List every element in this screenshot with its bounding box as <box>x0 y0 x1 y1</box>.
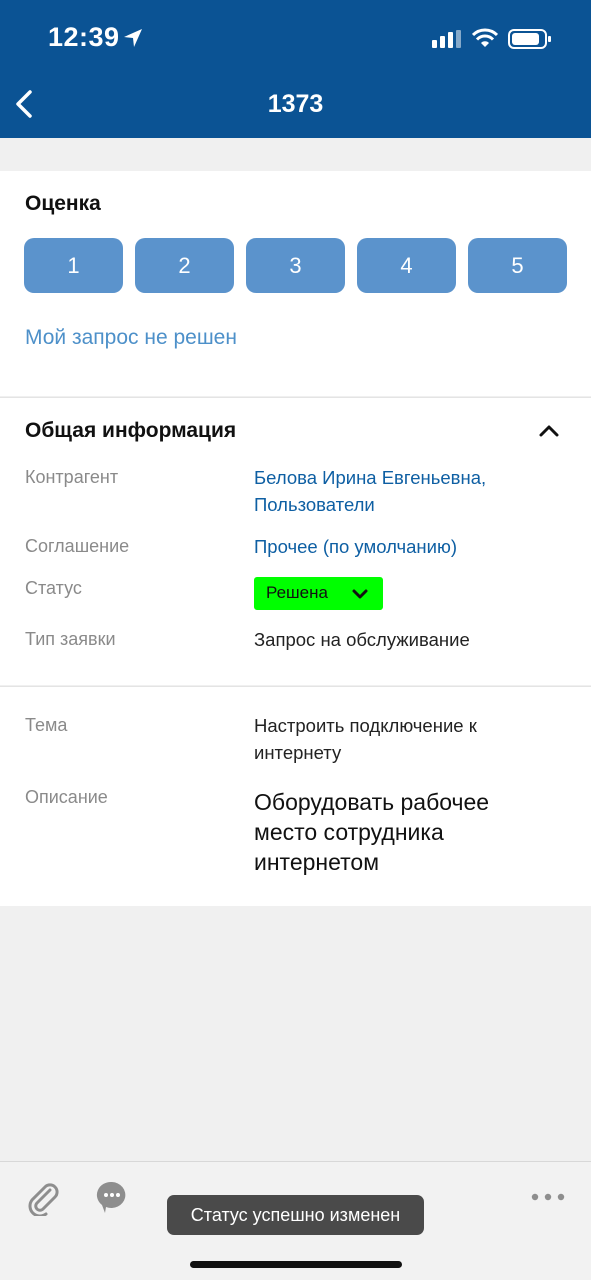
paperclip-icon[interactable] <box>26 1180 60 1216</box>
status-time: 12:39 <box>48 22 120 52</box>
home-indicator <box>190 1261 402 1268</box>
agreement-label: Соглашение <box>25 536 130 556</box>
rating-button-3[interactable]: 3 <box>246 238 345 293</box>
description-line1: Оборудовать рабочее <box>254 789 490 815</box>
general-info-title: Общая информация <box>25 419 237 442</box>
status-dropdown[interactable]: Решена <box>254 577 383 610</box>
rating-button-5[interactable]: 5 <box>468 238 567 293</box>
status-bar: 12:39 <box>0 0 591 80</box>
counterparty-value[interactable]: Белова Ирина Евгеньевна, Пользователи <box>254 464 486 518</box>
general-info-section: Общая информация Контрагент Белова Ирина… <box>0 397 591 685</box>
topic-value: Настроить подключение к интернету <box>254 712 477 766</box>
description-line2: место сотрудника <box>254 819 444 845</box>
topic-label: Тема <box>25 715 68 735</box>
chevron-down-icon <box>352 589 368 599</box>
app-header: 12:39 1373 <box>0 0 591 138</box>
description-line3: интернетом <box>254 849 380 875</box>
status-value: Решена <box>266 583 328 602</box>
agreement-value[interactable]: Прочее (по умолчанию) <box>254 533 457 560</box>
counterparty-group: Пользователи <box>254 494 375 515</box>
wifi-icon <box>472 28 498 47</box>
more-dots-icon[interactable] <box>530 1192 566 1202</box>
request-not-solved-link[interactable]: Мой запрос не решен <box>25 326 237 350</box>
battery-icon <box>508 29 551 49</box>
rating-buttons: 1 2 3 4 5 <box>24 238 567 293</box>
toast-notification: Статус успешно изменен <box>167 1195 424 1235</box>
status-label: Статус <box>25 578 82 598</box>
rating-button-1[interactable]: 1 <box>24 238 123 293</box>
description-label: Описание <box>25 787 108 807</box>
rating-section: Оценка 1 2 3 4 5 Мой запрос не решен <box>0 171 591 396</box>
rating-button-2[interactable]: 2 <box>135 238 234 293</box>
request-details-section: Тема Настроить подключение к интернету О… <box>0 686 591 906</box>
request-type-value: Запрос на обслуживание <box>254 629 470 650</box>
counterparty-name: Белова Ирина Евгеньевна, <box>254 467 487 488</box>
counterparty-label: Контрагент <box>25 467 119 487</box>
topic-value-line2: интернету <box>254 742 342 763</box>
request-type-label: Тип заявки <box>25 629 116 649</box>
location-arrow-icon <box>124 29 142 47</box>
cellular-signal-icon <box>432 30 461 48</box>
description-value: Оборудовать рабочее место сотрудника инт… <box>254 787 574 877</box>
rating-title: Оценка <box>25 192 101 215</box>
chat-bubble-icon[interactable] <box>96 1180 128 1214</box>
bottom-toolbar: Статус успешно изменен <box>0 1161 591 1280</box>
page-title: 1373 <box>267 90 324 118</box>
topic-value-line1: Настроить подключение к <box>254 715 477 736</box>
chevron-up-icon[interactable] <box>536 418 562 444</box>
rating-button-4[interactable]: 4 <box>357 238 456 293</box>
